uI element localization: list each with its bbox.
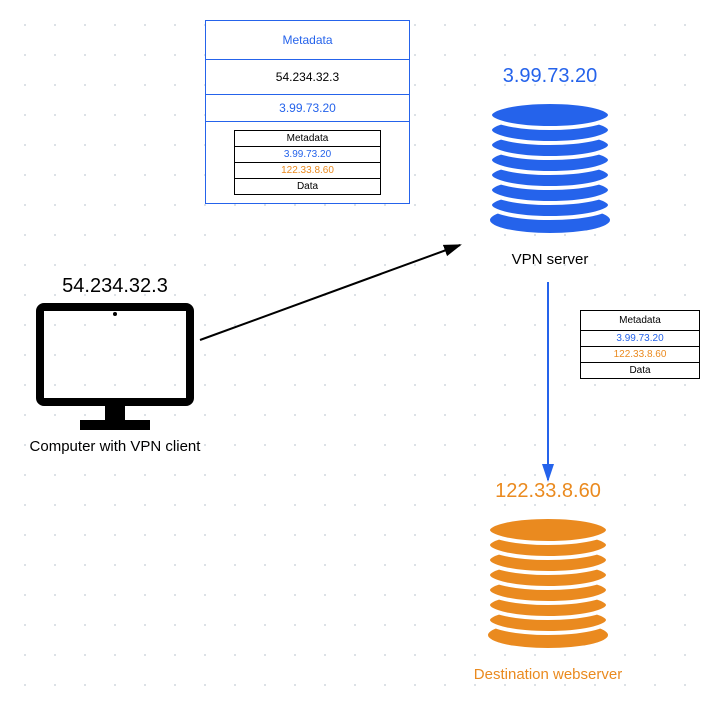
dest-node: 122.33.8.60 Destination webserver [458,480,638,683]
outer-packet-src: 54.234.32.3 [206,60,409,95]
inner-packet: Metadata 3.99.73.20 122.33.8.60 Data [234,130,381,195]
inner-copy-src: 3.99.73.20 [581,331,699,347]
client-ip: 54.234.32.3 [62,275,168,297]
outer-packet: Metadata 54.234.32.3 3.99.73.20 Metadata… [205,20,410,204]
outer-packet-dst: 3.99.73.20 [206,95,409,122]
inner-packet-data: Data [235,179,380,194]
inner-packet-copy: Metadata 3.99.73.20 122.33.8.60 Data [580,310,700,379]
vpn-node: 3.99.73.20 VPN server [460,65,640,268]
client-node: 54.234.32.3 Computer with VPN client [20,275,210,455]
inner-packet-metadata: Metadata [235,131,380,147]
arrow-client-to-vpn [200,245,460,340]
computer-icon [30,302,200,432]
inner-copy-data: Data [581,363,699,378]
dest-ip: 122.33.8.60 [495,480,601,502]
client-label: Computer with VPN client [20,438,210,455]
outer-packet-metadata: Metadata [206,21,409,60]
server-stack-icon [475,92,625,242]
inner-packet-src: 3.99.73.20 [235,147,380,163]
vpn-label: VPN server [460,251,640,268]
inner-copy-metadata: Metadata [581,311,699,331]
dest-label: Destination webserver [458,666,638,683]
inner-packet-dst: 122.33.8.60 [235,163,380,179]
server-stack-icon [473,507,623,657]
inner-copy-dst: 122.33.8.60 [581,347,699,363]
vpn-ip: 3.99.73.20 [503,65,598,87]
